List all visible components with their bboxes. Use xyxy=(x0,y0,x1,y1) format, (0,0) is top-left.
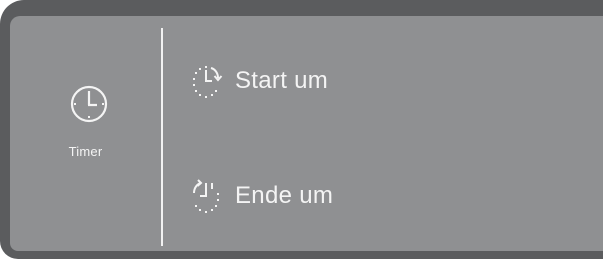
vertical-divider xyxy=(161,28,163,246)
timer-label: Timer xyxy=(68,144,103,159)
menu-item-label: Ende um xyxy=(235,182,334,209)
menu-item-start-um[interactable]: Start um xyxy=(187,61,328,101)
menu-item-label: Start um xyxy=(235,67,329,94)
clock-start-icon xyxy=(193,66,223,98)
device-frame: Timer Start um Ende um xyxy=(0,0,603,259)
clock-icon xyxy=(70,85,108,123)
display-screen: Timer Start um Ende um xyxy=(10,16,603,251)
clock-end-icon xyxy=(193,179,219,213)
timer-side-panel: Timer xyxy=(10,16,161,251)
menu-item-ende-um[interactable]: Ende um xyxy=(187,176,333,216)
